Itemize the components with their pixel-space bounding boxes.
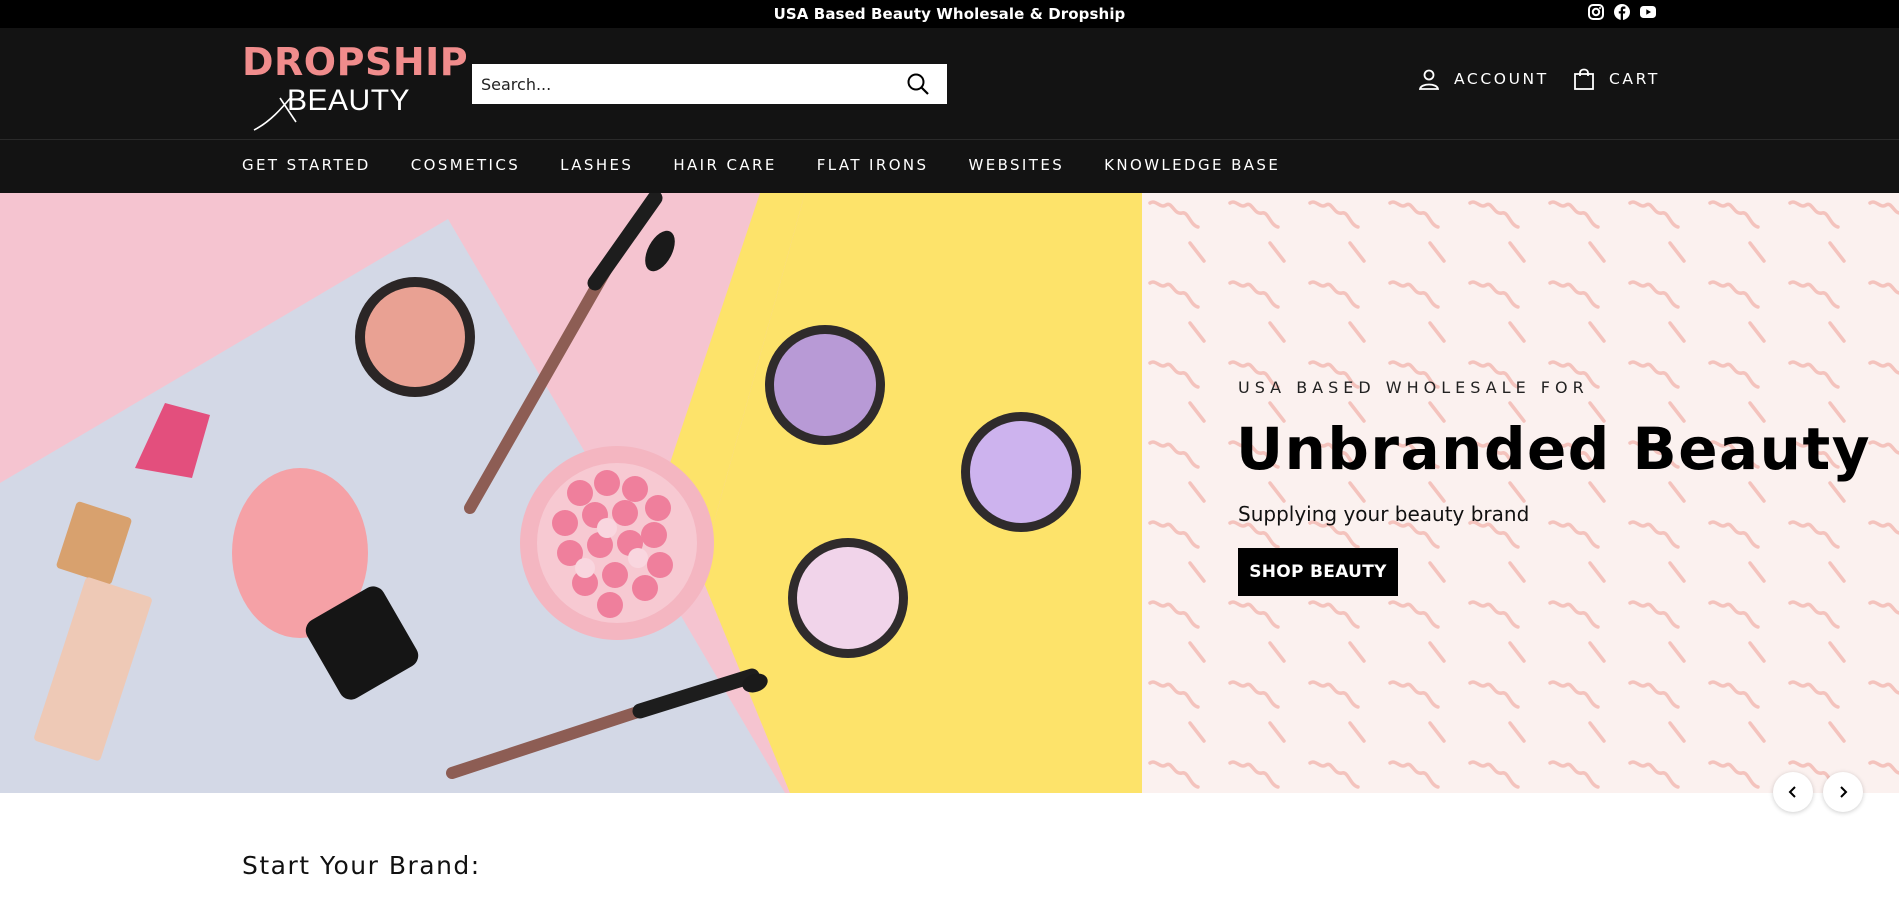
nav-item-cosmetics[interactable]: COSMETICS <box>411 156 520 174</box>
hero-text-panel: USA BASED WHOLESALE FOR Unbranded Beauty… <box>1142 193 1899 793</box>
account-label: ACCOUNT <box>1454 70 1549 88</box>
site-header: DROPSHIP BEAUTY ACCOUNT CART <box>0 28 1899 140</box>
search-input[interactable] <box>472 64 889 104</box>
slide-next-button[interactable] <box>1823 772 1863 812</box>
nav-item-lashes[interactable]: LASHES <box>560 156 633 174</box>
facebook-icon[interactable] <box>1613 3 1631 21</box>
account-link[interactable]: ACCOUNT <box>1418 68 1549 90</box>
announcement-bar: USA Based Beauty Wholesale & Dropship <box>0 0 1899 28</box>
slide-prev-button[interactable] <box>1773 772 1813 812</box>
cart-label: CART <box>1609 70 1660 88</box>
chevron-left-icon <box>1788 786 1796 798</box>
wave-pattern-icon <box>1142 193 1899 793</box>
social-links <box>1587 3 1657 21</box>
nav-item-knowledge-base[interactable]: KNOWLEDGE BASE <box>1104 156 1280 174</box>
shopping-bag-icon <box>1574 68 1594 90</box>
chevron-right-icon <box>1840 786 1848 798</box>
hero-text: Supplying your beauty brand <box>1238 502 1530 526</box>
logo-bottom-text: BEAUTY <box>287 84 411 117</box>
main-nav: GET STARTED COSMETICS LASHES HAIR CARE F… <box>0 140 1899 193</box>
search-icon <box>907 73 929 95</box>
hero-image <box>0 193 1142 793</box>
user-icon <box>1418 69 1440 90</box>
nav-item-get-started[interactable]: GET STARTED <box>242 156 371 174</box>
search-button[interactable] <box>889 64 947 104</box>
shop-beauty-button[interactable]: SHOP BEAUTY <box>1238 548 1398 596</box>
cart-link[interactable]: CART <box>1573 68 1660 90</box>
logo-top-text: DROPSHIP <box>242 40 469 84</box>
nav-item-websites[interactable]: WEBSITES <box>968 156 1064 174</box>
search-bar <box>472 64 947 104</box>
nav-item-hair-care[interactable]: HAIR CARE <box>673 156 776 174</box>
logo[interactable]: DROPSHIP BEAUTY <box>242 40 468 131</box>
instagram-icon[interactable] <box>1587 3 1605 21</box>
hero-slideshow: USA BASED WHOLESALE FOR Unbranded Beauty… <box>0 193 1899 793</box>
nav-item-flat-irons[interactable]: FLAT IRONS <box>817 156 929 174</box>
hero-title: Unbranded Beauty <box>1236 415 1872 483</box>
hero-subheading: USA BASED WHOLESALE FOR <box>1238 378 1589 397</box>
youtube-icon[interactable] <box>1639 3 1657 21</box>
section-title: Start Your Brand: <box>242 851 481 880</box>
